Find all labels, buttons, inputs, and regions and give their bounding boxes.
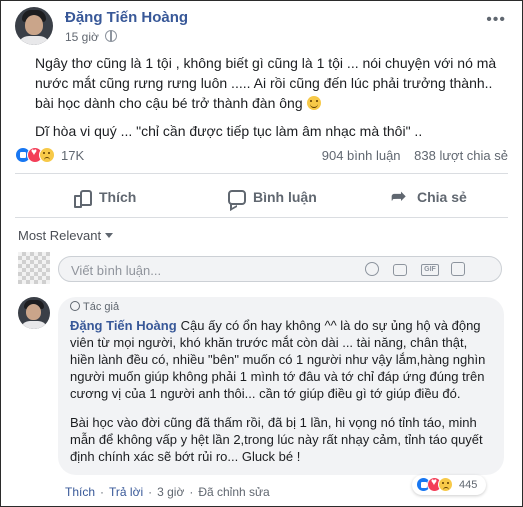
comment-edited-label[interactable]: Đã chỉnh sửa	[198, 485, 269, 499]
comment-paragraph: Đặng Tiến Hoàng Cậu ấy có ổn hay không ^^…	[70, 317, 490, 402]
caret-down-icon	[105, 233, 114, 238]
comment-composer[interactable]: GIF	[58, 256, 502, 282]
comment-paragraph: Bài học vào đời cũng đã thấm rồi, đã bị …	[70, 415, 483, 464]
post-card: Đặng Tiến Hoàng 15 giờ ••• Ngây thơ cũng…	[0, 0, 523, 507]
comment-icon	[227, 188, 246, 206]
comment-reply-link[interactable]: Trả lời	[109, 485, 143, 499]
share-button-label: Chia sẻ	[417, 189, 467, 205]
separator-dot: ·	[100, 485, 105, 499]
post-author-name[interactable]: Đặng Tiến Hoàng	[65, 9, 188, 26]
post-actions: Thích Bình luận Chia sẻ	[15, 181, 508, 213]
comments-count-link[interactable]: 904 bình luận	[322, 148, 401, 163]
author-avatar[interactable]	[15, 7, 53, 45]
comment-sort-label: Most Relevant	[18, 228, 102, 243]
author-badge: Tác giả	[70, 301, 119, 313]
comment-timestamp[interactable]: 3 giờ	[157, 485, 184, 499]
post-meta: 15 giờ	[65, 30, 118, 44]
gif-icon[interactable]: GIF	[421, 264, 439, 276]
author-badge-label: Tác giả	[83, 301, 120, 313]
post-header: Đặng Tiến Hoàng 15 giờ •••	[15, 7, 512, 47]
comment-author-name[interactable]: Đặng Tiến Hoàng	[70, 318, 177, 333]
smiley-emoji-icon	[306, 96, 321, 110]
camera-icon[interactable]	[393, 264, 407, 276]
separator-dot: ·	[148, 485, 153, 499]
comment-footer: Thích · Trả lời · 3 giờ · Đã chỉnh sửa	[65, 485, 270, 499]
divider	[15, 217, 508, 218]
post-paragraph: Dĩ hòa vi quý ... "chỉ cần được tiếp tục…	[35, 123, 423, 139]
post-body: Ngây thơ cũng là 1 tội , không biết gì c…	[35, 53, 505, 149]
comment-reaction-count: 445	[459, 479, 478, 491]
comment-input[interactable]	[69, 260, 323, 280]
comment-text: Đặng Tiến Hoàng Cậu ấy có ổn hay không ^^…	[70, 317, 490, 477]
comment-button-label: Bình luận	[253, 189, 317, 205]
share-button[interactable]: Chia sẻ	[391, 181, 467, 213]
comment-sort-dropdown[interactable]: Most Relevant	[18, 228, 114, 243]
comment-reactions[interactable]: 445	[412, 475, 486, 495]
emoji-icon[interactable]	[365, 262, 379, 276]
post-paragraph: Ngây thơ cũng là 1 tội , không biết gì c…	[35, 55, 497, 111]
globe-icon	[105, 30, 118, 42]
sad-reaction-icon	[438, 477, 453, 492]
share-icon	[391, 186, 409, 207]
reaction-summary-bar: 17K 904 bình luận 838 lượt chia sẻ	[15, 145, 508, 167]
author-badge-icon	[70, 301, 80, 311]
comment-like-link[interactable]: Thích	[65, 485, 95, 499]
post-stats: 904 bình luận 838 lượt chia sẻ	[312, 148, 508, 163]
comment-bubble: Tác giả Đặng Tiến Hoàng Cậu ấy có ổn hay …	[58, 297, 504, 475]
comment-button[interactable]: Bình luận	[227, 181, 317, 213]
shares-count-link[interactable]: 838 lượt chia sẻ	[414, 148, 508, 163]
reaction-count[interactable]: 17K	[61, 148, 84, 163]
viewer-avatar	[18, 252, 50, 284]
like-button-label: Thích	[99, 189, 137, 205]
sad-reaction-icon	[39, 147, 55, 163]
like-button[interactable]: Thích	[73, 181, 136, 213]
divider	[15, 173, 508, 174]
post-timestamp[interactable]: 15 giờ	[65, 30, 99, 44]
thumbs-up-icon	[73, 188, 92, 208]
sticker-icon[interactable]	[451, 262, 465, 276]
more-horizontal-icon[interactable]: •••	[486, 11, 506, 29]
commenter-avatar[interactable]	[18, 297, 50, 329]
separator-dot: ·	[189, 485, 194, 499]
